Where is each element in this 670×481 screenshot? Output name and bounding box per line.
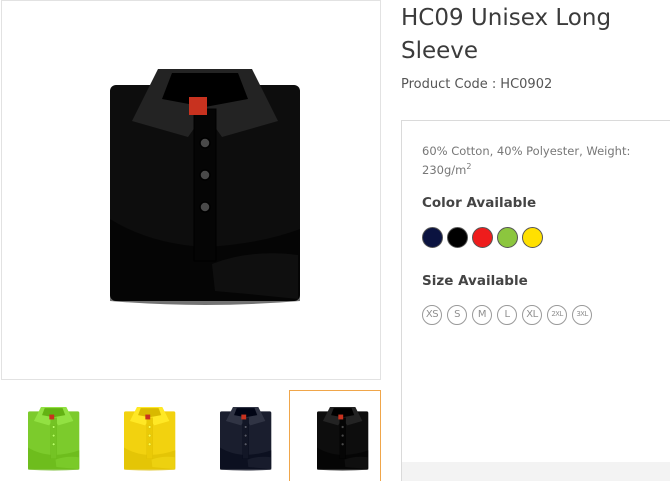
size-option-xs[interactable]: XS <box>422 305 442 325</box>
color-swatch-red[interactable] <box>472 227 493 248</box>
product-code-label: Product Code : <box>401 77 497 92</box>
size-option-3xl[interactable]: 3XL <box>572 305 592 325</box>
thumbnail-yellow-polo[interactable] <box>96 390 188 481</box>
color-swatch-navy[interactable] <box>422 227 443 248</box>
panel-bottom-strip <box>402 462 670 481</box>
size-available-title: Size Available <box>422 273 528 289</box>
thumbnail-green-polo[interactable] <box>0 390 92 481</box>
description-text: 60% Cotton, 40% Polyester, Weight: 230g/… <box>422 144 631 177</box>
product-description: 60% Cotton, 40% Polyester, Weight: 230g/… <box>422 142 637 180</box>
color-available-title: Color Available <box>422 195 537 211</box>
size-option-2xl[interactable]: 2XL <box>547 305 567 325</box>
thumbnail-shirt-image <box>124 407 176 471</box>
thumbnail-strip <box>0 390 382 481</box>
thumbnail-black-polo[interactable] <box>289 390 381 481</box>
thumbnail-shirt-image <box>220 407 272 471</box>
product-code-value: HC0902 <box>500 77 553 92</box>
color-swatch-yellow[interactable] <box>522 227 543 248</box>
color-swatch-green[interactable] <box>497 227 518 248</box>
thumbnail-shirt-image <box>317 407 369 471</box>
size-option-m[interactable]: M <box>472 305 492 325</box>
size-option-l[interactable]: L <box>497 305 517 325</box>
description-superscript: 2 <box>466 162 472 172</box>
product-title: HC09 Unisex Long Sleeve <box>401 5 612 64</box>
main-product-image[interactable] <box>1 0 381 380</box>
thumbnail-navy-polo[interactable] <box>192 390 284 481</box>
main-shirt-illustration <box>110 69 300 305</box>
color-swatch-black[interactable] <box>447 227 468 248</box>
product-details-panel: 60% Cotton, 40% Polyester, Weight: 230g/… <box>401 120 670 481</box>
size-option-s[interactable]: S <box>447 305 467 325</box>
thumbnail-shirt-image <box>28 407 80 471</box>
product-code: Product Code : HC0902 <box>401 77 552 92</box>
size-option-xl[interactable]: XL <box>522 305 542 325</box>
